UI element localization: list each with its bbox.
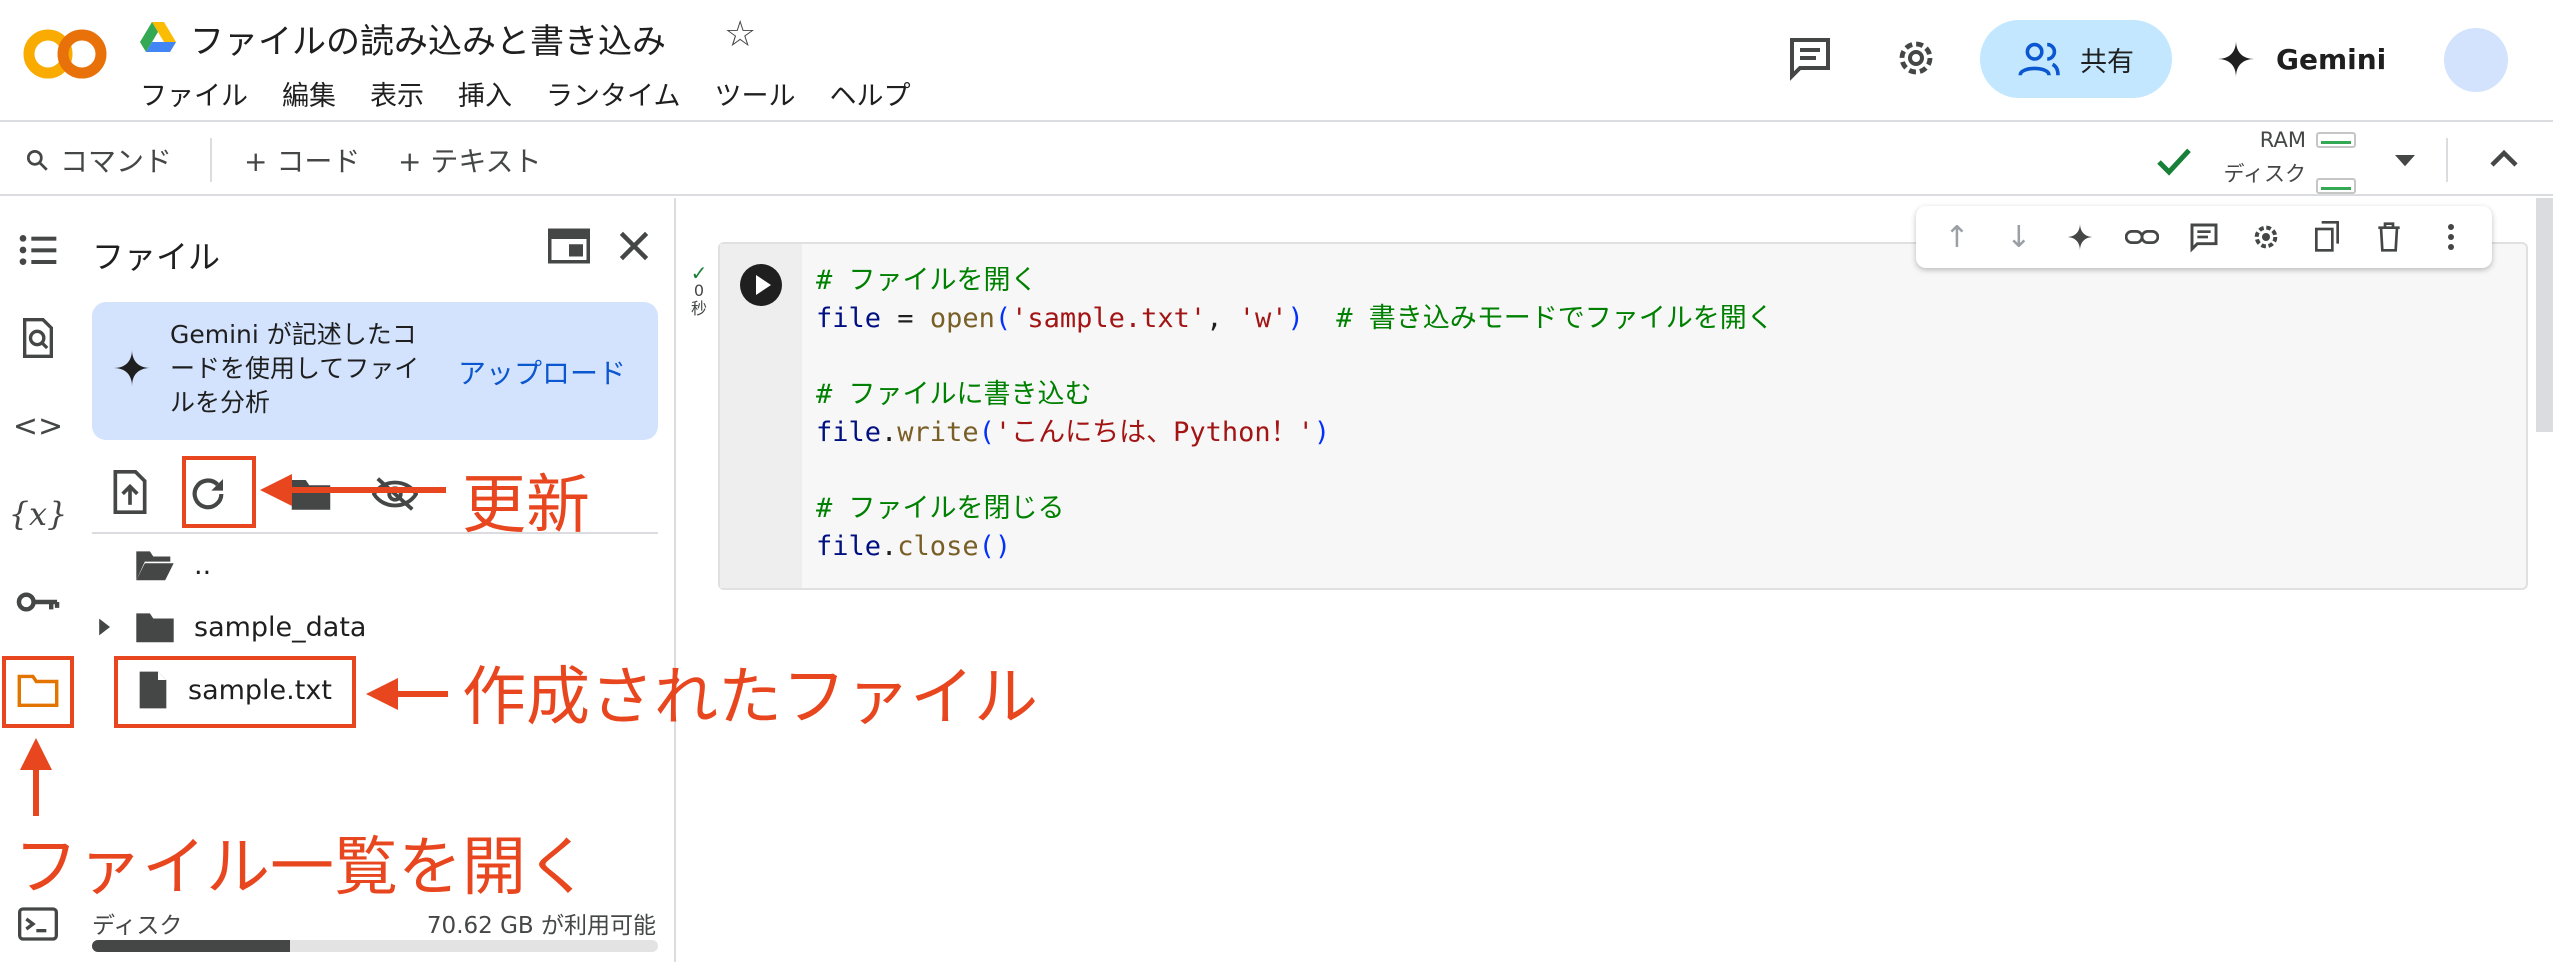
annotation-arrow-rail bbox=[20, 738, 52, 816]
gemini-card-text: Gemini が記述したコードを使用してファイルを分析 bbox=[170, 320, 420, 417]
chevron-down-icon[interactable] bbox=[2390, 148, 2420, 172]
chevron-up-icon[interactable] bbox=[2486, 144, 2522, 174]
disk-usage-bar[interactable] bbox=[2316, 178, 2356, 194]
annotation-box-sample-txt bbox=[114, 656, 356, 728]
add-text-label: + テキスト bbox=[398, 145, 542, 178]
menu-help[interactable]: ヘルプ bbox=[829, 74, 910, 113]
exec-time: 0 秒 bbox=[690, 281, 707, 318]
toolbar-divider bbox=[2446, 138, 2448, 182]
menu-edit[interactable]: 編集 bbox=[282, 74, 336, 113]
move-up-icon[interactable]: ↑ bbox=[1937, 217, 1977, 257]
annotation-refresh-label: 更新 bbox=[462, 469, 590, 543]
close-icon[interactable] bbox=[616, 228, 652, 264]
menu-bar: ファイル 編集 表示 挿入 ランタイム ツール ヘルプ bbox=[140, 74, 944, 113]
gemini-sparkle-icon bbox=[2217, 40, 2255, 78]
gemini-label: Gemini bbox=[2276, 42, 2387, 76]
disk-label: ディスク bbox=[92, 913, 183, 939]
secrets-key-icon[interactable] bbox=[12, 576, 64, 628]
main-scrollbar[interactable] bbox=[2536, 198, 2553, 432]
code-line: # ファイルに書き込む bbox=[816, 379, 1092, 410]
folder-open-icon bbox=[136, 551, 174, 581]
share-button[interactable]: 共有 bbox=[1980, 20, 2172, 98]
file-row-sample-data[interactable]: sample_data bbox=[92, 610, 366, 644]
gemini-sparkle-icon bbox=[113, 349, 151, 387]
user-avatar[interactable] bbox=[2444, 28, 2508, 92]
gemini-sparkle-icon[interactable] bbox=[2060, 217, 2100, 257]
more-options-icon[interactable] bbox=[2431, 217, 2471, 257]
menu-runtime[interactable]: ランタイム bbox=[546, 74, 680, 113]
annotation-arrow-refresh bbox=[260, 474, 446, 506]
settings-gear-icon[interactable] bbox=[1892, 34, 1940, 82]
move-down-icon[interactable]: ↓ bbox=[1999, 217, 2039, 257]
upload-file-icon[interactable] bbox=[110, 470, 150, 514]
notebook-toolbar: コマンド + コード + テキスト RAM ディスク bbox=[0, 124, 2553, 196]
disk-usage-label: ディスク bbox=[2223, 162, 2306, 186]
gemini-analyze-card: Gemini が記述したコードを使用してファイルを分析 アップロード bbox=[92, 302, 658, 440]
open-in-tab-icon[interactable] bbox=[548, 228, 590, 264]
add-text-button[interactable]: + テキスト bbox=[398, 140, 542, 180]
find-replace-icon[interactable] bbox=[12, 312, 64, 364]
menu-insert[interactable]: 挿入 bbox=[458, 74, 512, 113]
code-line: file = open('sample.txt', 'w') # 書き込みモード… bbox=[816, 303, 1774, 334]
cell-settings-gear-icon[interactable] bbox=[2246, 217, 2286, 257]
annotation-box-refresh bbox=[182, 456, 256, 528]
cell-toolbar: ↑ ↓ bbox=[1916, 206, 2492, 268]
code-snippets-icon[interactable]: <> bbox=[12, 400, 64, 452]
annotation-box-files-rail bbox=[2, 656, 74, 728]
table-of-contents-icon[interactable] bbox=[12, 224, 64, 276]
colab-logo[interactable] bbox=[22, 26, 108, 82]
disk-free-text: 70.62 GB が利用可能 bbox=[426, 913, 656, 939]
google-drive-icon[interactable] bbox=[140, 22, 176, 54]
panel-title: ファイル bbox=[92, 238, 221, 276]
connected-check-icon[interactable] bbox=[2154, 144, 2194, 180]
code-line: file.write('こんにちは、Python！') bbox=[816, 417, 1331, 448]
code-line: # ファイルを閉じる bbox=[816, 493, 1065, 524]
annotation-open-files-label: ファイル一覧を開く bbox=[14, 831, 590, 905]
disk-usage-progress bbox=[92, 940, 658, 952]
annotation-arrow-file bbox=[366, 678, 448, 710]
execution-status: ✓ 0 秒 bbox=[684, 261, 714, 318]
add-code-button[interactable]: + コード bbox=[244, 140, 360, 180]
toolbar-divider bbox=[210, 138, 212, 182]
gemini-button[interactable]: Gemini bbox=[2216, 24, 2386, 94]
code-line: file.close() bbox=[816, 531, 1012, 562]
app-header: ファイルの読み込みと書き込み ☆ ファイル 編集 表示 挿入 ランタイム ツール… bbox=[0, 0, 2553, 122]
notebook-title[interactable]: ファイルの読み込みと書き込み bbox=[190, 14, 666, 63]
menu-tools[interactable]: ツール bbox=[714, 74, 795, 113]
delete-trash-icon[interactable] bbox=[2369, 217, 2409, 257]
disk-usage-fill bbox=[92, 940, 291, 952]
file-row-parent[interactable]: .. bbox=[134, 548, 211, 582]
code-line: # ファイルを開く bbox=[816, 265, 1038, 296]
people-icon bbox=[2018, 42, 2060, 76]
expand-arrow-icon[interactable] bbox=[92, 615, 116, 639]
menu-file[interactable]: ファイル bbox=[140, 74, 248, 113]
command-palette-button[interactable]: コマンド bbox=[24, 140, 172, 180]
search-icon bbox=[26, 149, 48, 171]
check-icon: ✓ bbox=[690, 261, 708, 285]
ram-usage-bar[interactable] bbox=[2316, 132, 2356, 148]
link-icon[interactable] bbox=[2122, 217, 2162, 257]
mirror-cell-icon[interactable] bbox=[2307, 217, 2347, 257]
comment-icon[interactable] bbox=[2184, 217, 2224, 257]
annotation-created-file-label: 作成されたファイル bbox=[462, 661, 1038, 735]
ram-label: RAM bbox=[2259, 128, 2306, 152]
file-name: sample_data bbox=[194, 611, 367, 643]
code-cell[interactable]: # ファイルを開く file = open('sample.txt', 'w') … bbox=[718, 242, 2528, 590]
command-label: コマンド bbox=[60, 145, 173, 178]
file-name: .. bbox=[194, 549, 212, 581]
cell-gutter bbox=[720, 244, 802, 588]
variables-icon[interactable]: {x} bbox=[9, 488, 68, 540]
share-label: 共有 bbox=[2080, 46, 2134, 78]
comments-icon[interactable] bbox=[1786, 34, 1834, 82]
folder-icon bbox=[136, 613, 174, 643]
add-code-label: + コード bbox=[244, 145, 361, 178]
code-editor[interactable]: # ファイルを開く file = open('sample.txt', 'w') … bbox=[816, 262, 1774, 566]
menu-view[interactable]: 表示 bbox=[370, 74, 424, 113]
run-cell-button[interactable] bbox=[740, 264, 782, 306]
star-icon[interactable]: ☆ bbox=[724, 14, 756, 55]
upload-link[interactable]: アップロード bbox=[458, 352, 626, 392]
